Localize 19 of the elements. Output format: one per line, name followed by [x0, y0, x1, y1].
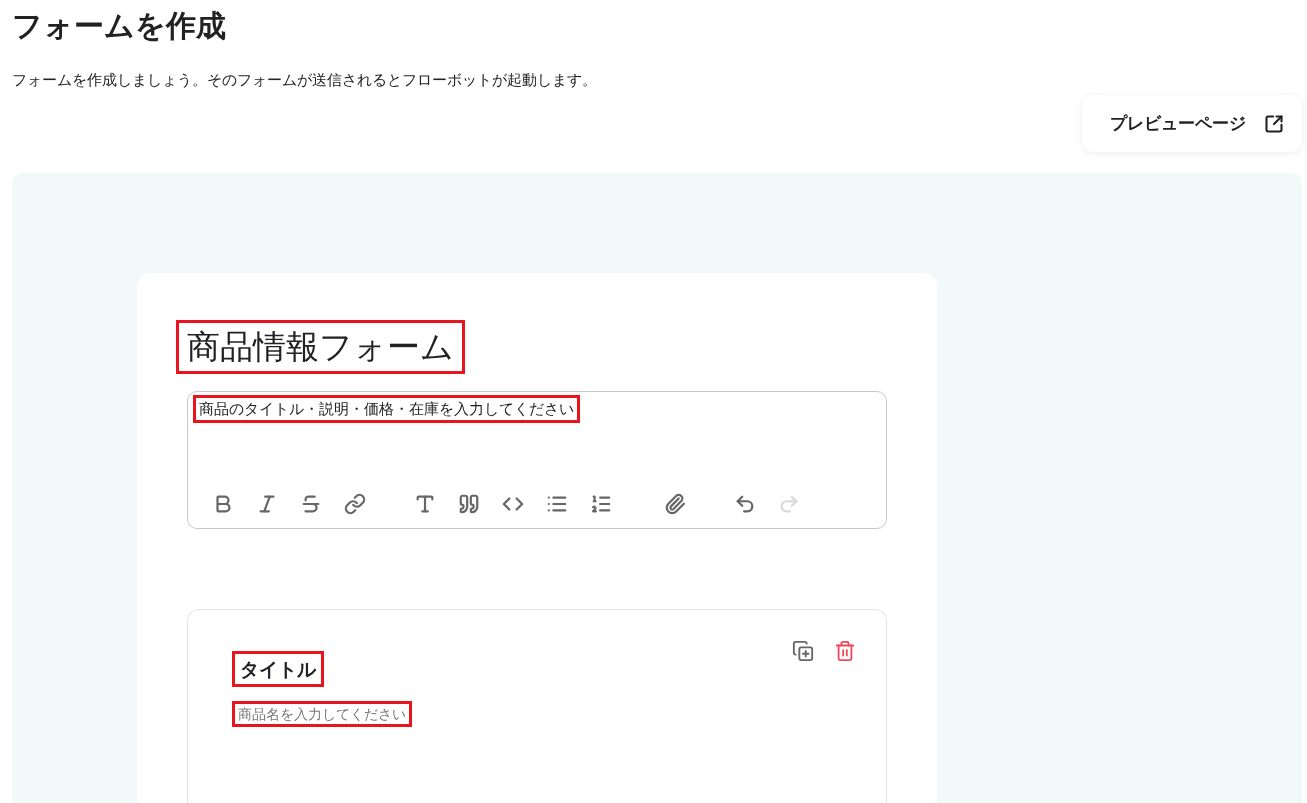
paperclip-icon[interactable] [664, 493, 686, 515]
preview-page-button[interactable]: プレビューページ [1082, 95, 1302, 152]
strikethrough-icon[interactable] [300, 493, 322, 515]
question-hint: 商品名を入力してください [235, 704, 409, 724]
quote-icon[interactable] [458, 493, 480, 515]
duplicate-icon[interactable] [792, 640, 814, 662]
numbered-list-icon[interactable] [590, 493, 612, 515]
description-editor[interactable]: 商品のタイトル・説明・価格・在庫を入力してください [187, 391, 887, 529]
page-title: フォームを作成 [12, 7, 227, 45]
link-icon[interactable] [344, 493, 366, 515]
question-label: タイトル [235, 654, 321, 684]
external-link-icon [1264, 113, 1284, 134]
page-description: フォームを作成しましょう。そのフォームが送信されるとフローボットが起動します。 [12, 70, 598, 90]
form-title[interactable]: 商品情報フォーム [179, 323, 462, 371]
text-size-icon[interactable] [414, 493, 436, 515]
bullet-list-icon[interactable] [546, 493, 568, 515]
delete-icon[interactable] [834, 640, 856, 662]
form-description: 商品のタイトル・説明・価格・在庫を入力してください [196, 398, 577, 420]
undo-icon[interactable] [734, 493, 756, 515]
